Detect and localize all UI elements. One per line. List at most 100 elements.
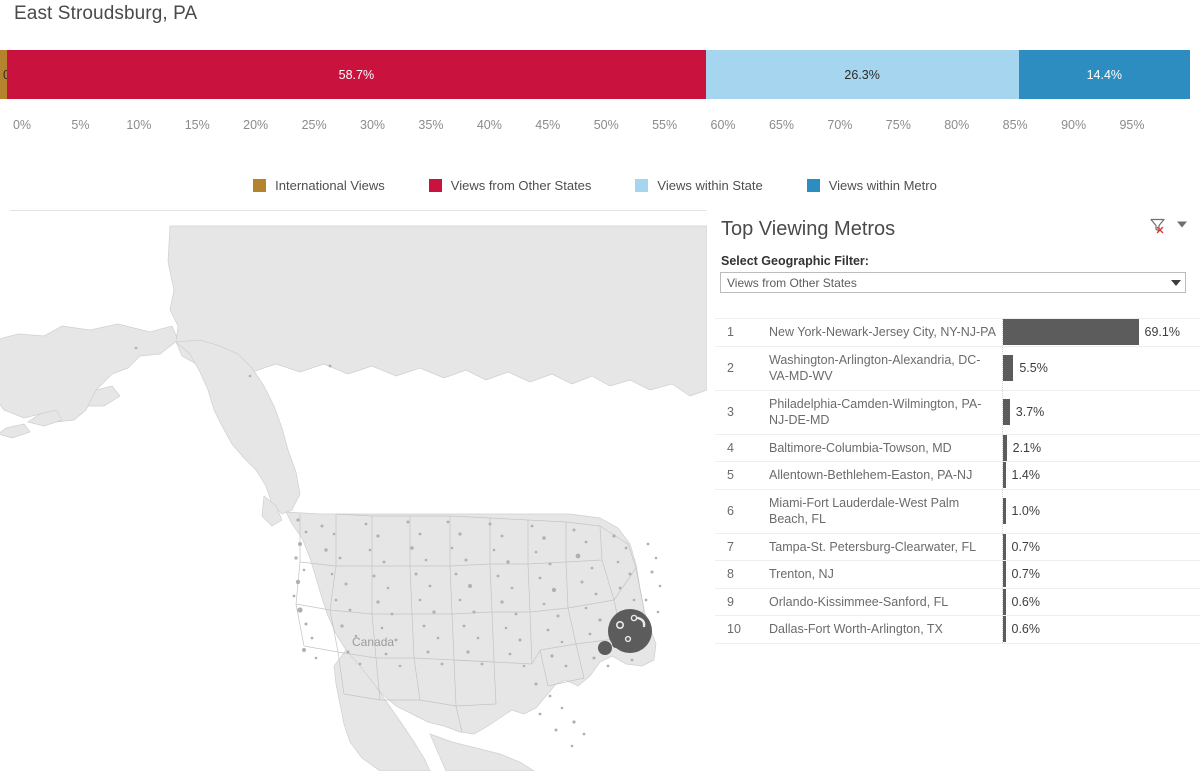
legend-item-3[interactable]: Views within State — [635, 178, 763, 193]
dashboard-root: East Stroudsburg, PA 0.6% 58.7% 26.3% 14.4%… — [0, 0, 1200, 771]
map-panel[interactable]: Canada UnitedStates Mexico — [0, 214, 707, 771]
row-bar-cell: 1.0% — [1002, 489, 1200, 533]
row-value-label: 0.7% — [1011, 539, 1041, 554]
legend-swatch — [635, 179, 649, 192]
row-bar-cell: 2.1% — [1002, 434, 1200, 462]
axis-tick: 10% — [126, 118, 152, 132]
row-value-label: 1.0% — [1011, 504, 1041, 518]
row-bar-cell: 0.6% — [1002, 616, 1200, 644]
axis-tick: 40% — [476, 118, 502, 132]
filter-clear-icon[interactable] — [1149, 217, 1166, 234]
row-value-label: 5.5% — [1019, 361, 1048, 375]
axis-tick: 55% — [652, 118, 678, 132]
legend-label: Views from Other States — [450, 178, 592, 193]
row-value-label: 0.6% — [1011, 594, 1041, 609]
legend-item-4[interactable]: Views within Metro — [806, 178, 937, 193]
percent-axis: 0% 5% 10% 15% 20% 25% 30% 35% 40% 45% 50% 55% 60% 65%… — [0, 118, 1190, 140]
axis-tick: 20% — [243, 118, 269, 132]
bar-segment-1[interactable]: 0.6% — [0, 50, 32, 99]
bar-segment-4[interactable]: 14.4% — [1018, 50, 1190, 99]
row-rank: 8 — [727, 567, 734, 582]
axis-tick: 80% — [944, 118, 970, 132]
row-bar-cell: 3.7% — [1002, 390, 1200, 434]
row-metro-name: Tampa-St. Petersburg-Clearwater, FL — [761, 533, 1003, 561]
axis-tick: 35% — [418, 118, 444, 132]
row-rank: 9 — [727, 594, 734, 609]
table-row[interactable]: 3 Philadelphia-Camden-Wilmington, PA-NJ-D… — [715, 390, 1200, 434]
axis-tick: 5% — [71, 118, 90, 132]
bar-segment-label: 58.7% — [338, 67, 375, 82]
row-bar — [1002, 319, 1139, 346]
bar-segment-label: 26.3% — [844, 67, 880, 82]
legend-item-1[interactable]: International Views — [253, 178, 385, 193]
row-rank: 5 — [727, 468, 734, 483]
bar-segment-2[interactable]: 58.7% — [7, 50, 706, 99]
row-metro-name: New York-Newark-Jersey City, NY-NJ-PA — [761, 318, 1003, 346]
row-bar — [1002, 355, 1014, 381]
bubble-trenton — [612, 640, 620, 648]
map-canvas[interactable] — [0, 214, 707, 771]
bar-segment-3[interactable]: 26.3% — [705, 50, 1019, 99]
axis-tick: 60% — [710, 118, 736, 132]
geographic-filter-value: Views from Other States — [727, 275, 857, 290]
row-bar-cell: 1.4% — [1002, 462, 1200, 490]
row-value-label: 0.6% — [1011, 622, 1041, 637]
bubble-philadelphia — [598, 641, 612, 655]
row-metro-name: Philadelphia-Camden-Wilmington, PA-NJ-DE… — [761, 390, 1003, 434]
legend-swatch — [253, 179, 267, 192]
axis-tick: 45% — [535, 118, 561, 132]
row-value-label: 2.1% — [1012, 440, 1042, 455]
panel-title: Top Viewing Metros — [721, 218, 896, 240]
panel-toolbar — [1149, 217, 1192, 234]
table-row[interactable]: 8 Trenton, NJ 0.7% — [715, 560, 1200, 589]
chart-legend: International Views Views from Other Stat… — [0, 178, 1190, 193]
table-row[interactable]: 2 Washington-Arlington-Alexandria, DC-VA-… — [715, 346, 1200, 390]
legend-item-2[interactable]: Views from Other States — [428, 178, 592, 193]
row-metro-name: Orlando-Kissimmee-Sanford, FL — [761, 588, 1003, 616]
stacked-bar[interactable]: 0.6% 58.7% 26.3% 14.4% — [0, 50, 1190, 99]
top-viewing-metros-panel: Top Viewing Metros Select Geographic Fil… — [707, 208, 1200, 771]
top-metros-table: 1 New York-Newark-Jersey City, NY-NJ-PA 69… — [715, 318, 1200, 644]
axis-tick: 25% — [301, 118, 327, 132]
table-row[interactable]: 5 Allentown-Bethlehem-Easton, PA-NJ 1.4% — [715, 461, 1200, 490]
table-row[interactable]: 4 Baltimore-Columbia-Towson, MD 2.1% — [715, 434, 1200, 462]
row-metro-name: Trenton, NJ — [761, 560, 1003, 588]
table-row[interactable]: 7 Tampa-St. Petersburg-Clearwater, FL 0.7% — [715, 533, 1200, 561]
row-value-label: 0.7% — [1011, 567, 1041, 582]
legend-label: International Views — [275, 178, 385, 193]
axis-tick: 95% — [1119, 118, 1145, 132]
landmass-shapes — [0, 225, 707, 771]
row-bar-cell: 0.6% — [1002, 588, 1200, 616]
row-rank: 6 — [727, 504, 734, 518]
axis-tick: 90% — [1061, 118, 1087, 132]
legend-swatch — [806, 179, 820, 192]
axis-tick: 75% — [885, 118, 911, 132]
map-label-canada: Canada — [352, 635, 395, 649]
page-title: East Stroudsburg, PA — [14, 3, 198, 24]
stacked-bar-chart: 0.6% 58.7% 26.3% 14.4% — [0, 50, 1190, 99]
row-bar-cell: 0.7% — [1002, 533, 1200, 561]
axis-tick: 65% — [768, 118, 794, 132]
row-rank: 4 — [727, 440, 734, 455]
row-metro-name: Allentown-Bethlehem-Easton, PA-NJ — [761, 461, 1003, 489]
legend-label: Views within State — [657, 178, 763, 193]
table-row[interactable]: 10 Dallas-Fort Worth-Arlington, TX 0.6% — [715, 615, 1200, 644]
row-bar-cell: 69.1% — [1002, 319, 1200, 347]
row-bar-cell: 0.7% — [1002, 561, 1200, 589]
row-metro-name: Dallas-Fort Worth-Arlington, TX — [761, 615, 1003, 643]
geographic-filter-select[interactable]: Views from Other States — [720, 272, 1186, 293]
row-metro-name: Miami-Fort Lauderdale-West Palm Beach, F… — [761, 489, 1003, 533]
table-row[interactable]: 1 New York-Newark-Jersey City, NY-NJ-PA 69… — [715, 318, 1200, 347]
row-rank: 3 — [727, 405, 734, 419]
row-metro-name: Washington-Arlington-Alexandria, DC-VA-M… — [761, 346, 1003, 390]
axis-tick: 15% — [184, 118, 210, 132]
bar-segment-label: 14.4% — [1086, 67, 1123, 82]
select-caret-icon — [1167, 279, 1185, 286]
axis-tick: 70% — [827, 118, 853, 132]
row-value-label: 3.7% — [1015, 405, 1045, 419]
axis-tick: 50% — [593, 118, 619, 132]
table-row[interactable]: 9 Orlando-Kissimmee-Sanford, FL 0.6% — [715, 588, 1200, 616]
legend-swatch — [428, 179, 442, 192]
table-row[interactable]: 6 Miami-Fort Lauderdale-West Palm Beach, … — [715, 489, 1200, 533]
chevron-down-icon[interactable] — [1175, 217, 1192, 234]
